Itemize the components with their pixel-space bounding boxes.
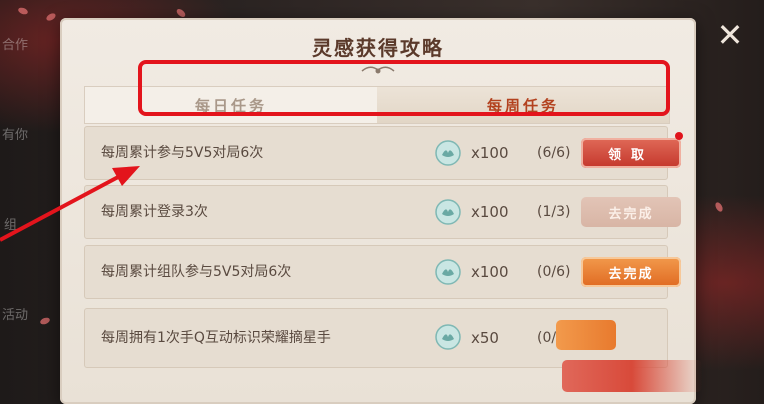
background-text: 活动	[2, 308, 29, 323]
task-text: 每周累计登录3次	[101, 204, 208, 220]
notification-dot	[675, 132, 683, 140]
background-text: 合作	[2, 38, 29, 53]
reward-amount: x100	[471, 203, 509, 221]
reward-amount: x100	[471, 144, 509, 162]
close-icon[interactable]: ✕	[713, 18, 747, 52]
highlight-box	[138, 60, 670, 116]
task-progress: (0/6)	[537, 264, 571, 280]
task-text: 每周累计组队参与5V5对局6次	[101, 264, 292, 280]
task-row: 每周累计参与5V5对局6次 x100 (6/6) 领取	[84, 126, 683, 180]
task-text: 每周拥有1次手Q互动标识荣耀摘星手	[101, 330, 331, 346]
panel-title: 灵感获得攻略	[312, 36, 444, 60]
background-text: 有你	[2, 128, 29, 143]
task-progress: (6/6)	[537, 145, 571, 161]
reward-amount: x100	[471, 263, 509, 281]
red-accent-shape	[562, 360, 702, 392]
inspiration-coin-icon	[435, 259, 461, 285]
go-complete-button[interactable]	[556, 320, 616, 350]
task-row: 每周累计组队参与5V5对局6次 x100 (0/6) 去完成	[84, 245, 681, 299]
reward-amount: x50	[471, 329, 499, 347]
claim-button[interactable]: 领取	[581, 138, 681, 168]
task-progress: (1/3)	[537, 204, 571, 220]
background-text: 组	[4, 218, 18, 233]
inspiration-coin-icon	[435, 324, 461, 350]
task-text: 每周累计参与5V5对局6次	[101, 145, 264, 161]
inspiration-coin-icon	[435, 199, 461, 225]
go-complete-button[interactable]: 去完成	[581, 197, 681, 227]
task-row: 每周累计登录3次 x100 (1/3) 去完成	[84, 185, 681, 239]
go-complete-button[interactable]: 去完成	[581, 257, 681, 287]
inspiration-coin-icon	[435, 140, 461, 166]
